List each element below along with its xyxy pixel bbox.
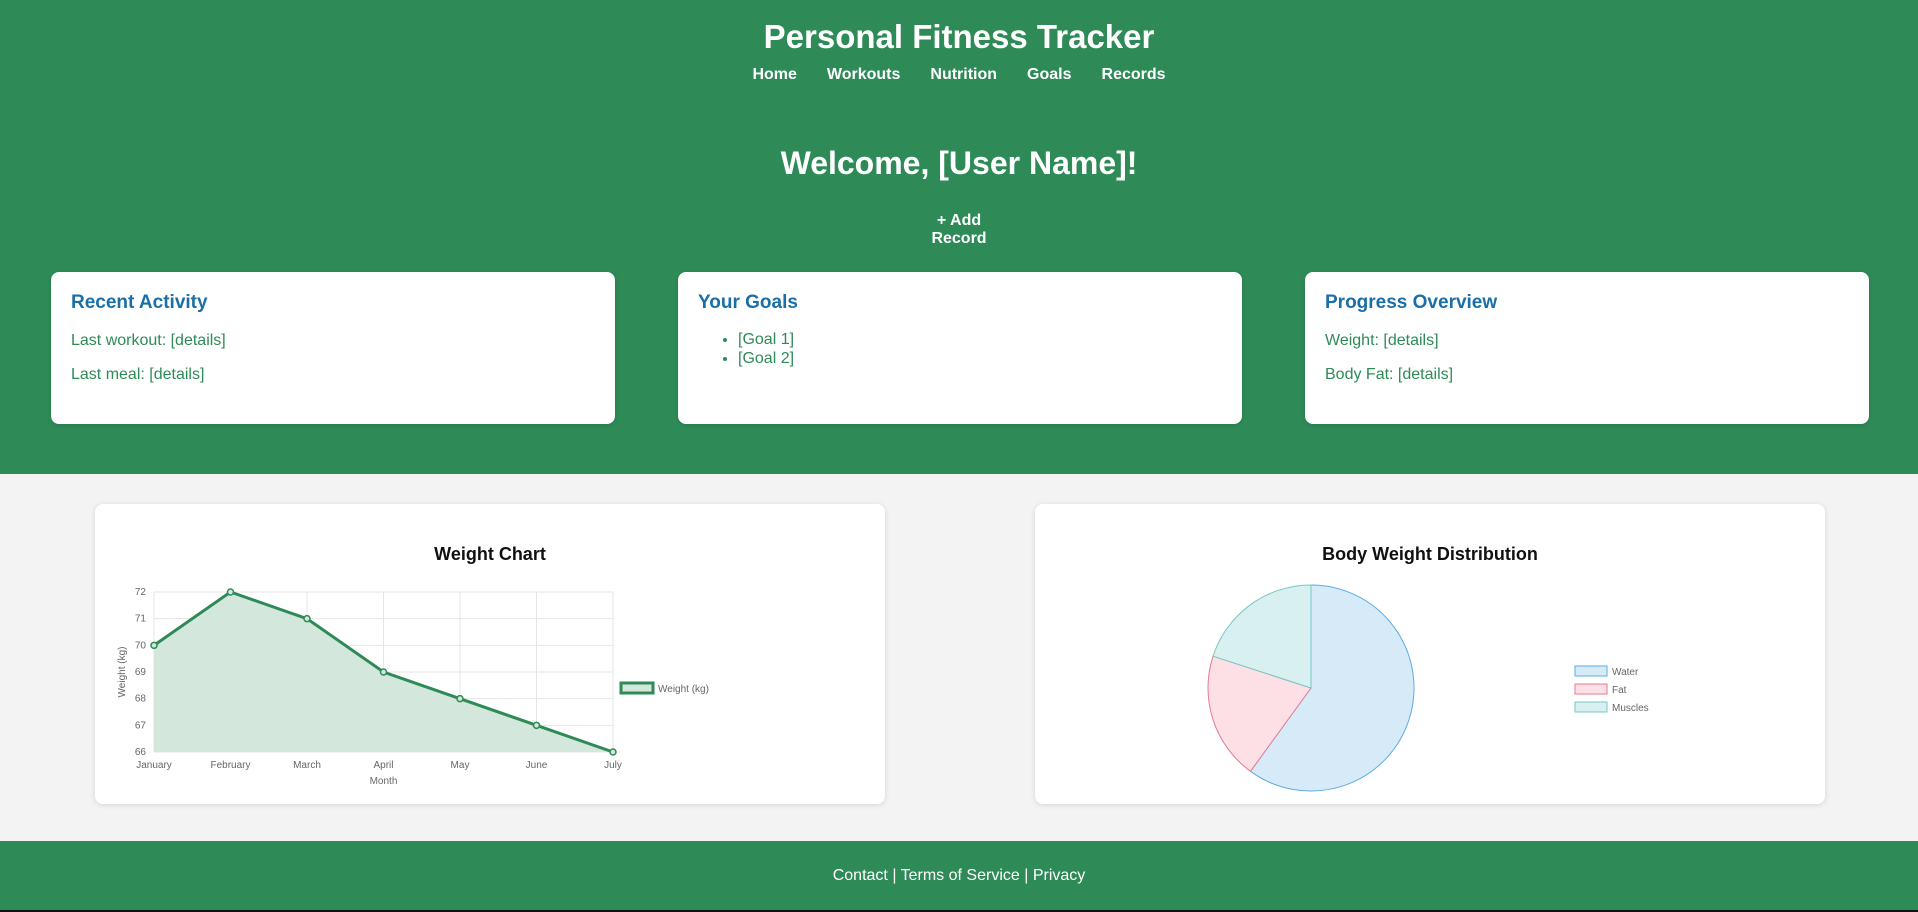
welcome-heading: Welcome, [User Name]! xyxy=(780,145,1138,181)
progress-overview-card: Progress Overview Weight: [details] Body… xyxy=(1305,272,1869,424)
legend-swatch xyxy=(1574,683,1608,695)
body-fat-text: Body Fat: [details] xyxy=(1325,366,1454,383)
body-distribution-pie-chart: Water Fat Muscles xyxy=(1207,584,1649,792)
y-tick-label: 69 xyxy=(135,667,147,678)
progress-overview-title: Progress Overview xyxy=(1325,292,1498,313)
x-tick-label: April xyxy=(373,760,393,771)
body-distribution-panel: Body Weight Distribution Water Fat Muscles xyxy=(1035,504,1825,804)
legend-swatch xyxy=(1574,665,1608,677)
nav-home[interactable]: Home xyxy=(752,66,796,84)
x-tick-label: July xyxy=(604,760,622,771)
site-title: Personal Fitness Tracker xyxy=(763,18,1155,55)
footer-separator: | xyxy=(1024,867,1029,884)
weight-data-point xyxy=(379,668,388,676)
add-record-button[interactable]: + Add Record xyxy=(909,212,1009,248)
nav-nutrition[interactable]: Nutrition xyxy=(930,66,997,84)
main-nav: Home Workouts Nutrition Goals Records xyxy=(0,66,1918,84)
y-tick-label: 66 xyxy=(135,747,147,758)
legend-swatch xyxy=(1574,701,1608,713)
x-tick-label: June xyxy=(526,760,548,771)
last-meal-text: Last meal: [details] xyxy=(71,366,205,383)
x-tick-label: January xyxy=(136,760,172,771)
y-tick-label: 67 xyxy=(135,720,147,731)
goals-title: Your Goals xyxy=(698,292,798,313)
nav-goals[interactable]: Goals xyxy=(1027,66,1071,84)
recent-activity-title: Recent Activity xyxy=(71,292,208,313)
weight-data-point xyxy=(532,721,541,730)
last-workout-text: Last workout: [details] xyxy=(71,332,226,349)
goal-item: [Goal 1] xyxy=(738,330,1222,349)
weight-data-point xyxy=(303,614,311,623)
legend-swatch xyxy=(619,681,655,695)
y-tick-label: 70 xyxy=(135,640,147,651)
goals-card: Your Goals [Goal 1] [Goal 2] xyxy=(678,272,1242,424)
weight-data-point xyxy=(456,694,464,703)
nav-workouts[interactable]: Workouts xyxy=(827,66,900,84)
nav-records[interactable]: Records xyxy=(1102,66,1166,84)
weight-data-point xyxy=(226,588,235,596)
weight-text: Weight: [details] xyxy=(1325,332,1439,349)
weight-line-chart: 66 67 68 69 70 71 72 January February March April M… xyxy=(117,587,709,787)
goal-item: [Goal 2] xyxy=(738,349,1222,368)
x-tick-label: February xyxy=(210,760,250,771)
hero-section: Personal Fitness Tracker Home Workouts N… xyxy=(0,0,1918,474)
weight-data-point xyxy=(609,748,617,756)
footer-separator: | xyxy=(892,867,897,884)
recent-activity-card: Recent Activity Last workout: [details] … xyxy=(51,272,615,424)
goals-list: [Goal 1] [Goal 2] xyxy=(698,330,1222,368)
y-axis-label: Weight (kg) xyxy=(117,647,128,698)
legend-label: Muscles xyxy=(1612,703,1649,714)
y-tick-label: 71 xyxy=(135,614,147,625)
legend-label: Fat xyxy=(1612,685,1627,696)
footer-privacy-link[interactable]: Privacy xyxy=(1033,867,1085,884)
legend-label: Weight (kg) xyxy=(658,684,709,695)
footer-terms-link[interactable]: Terms of Service xyxy=(901,867,1020,884)
footer-contact-link[interactable]: Contact xyxy=(833,867,888,884)
x-axis-label: Month xyxy=(370,776,398,787)
weight-chart-panel: Weight Chart 66 67 68 69 70 71 72 January Februa… xyxy=(95,504,885,804)
legend-label: Water xyxy=(1612,667,1639,678)
weight-data-point xyxy=(150,641,158,650)
footer: Contact | Terms of Service | Privacy xyxy=(0,841,1918,912)
x-tick-label: March xyxy=(293,760,321,771)
y-tick-label: 72 xyxy=(135,587,147,598)
y-tick-label: 68 xyxy=(135,694,147,705)
x-tick-label: May xyxy=(451,760,470,771)
